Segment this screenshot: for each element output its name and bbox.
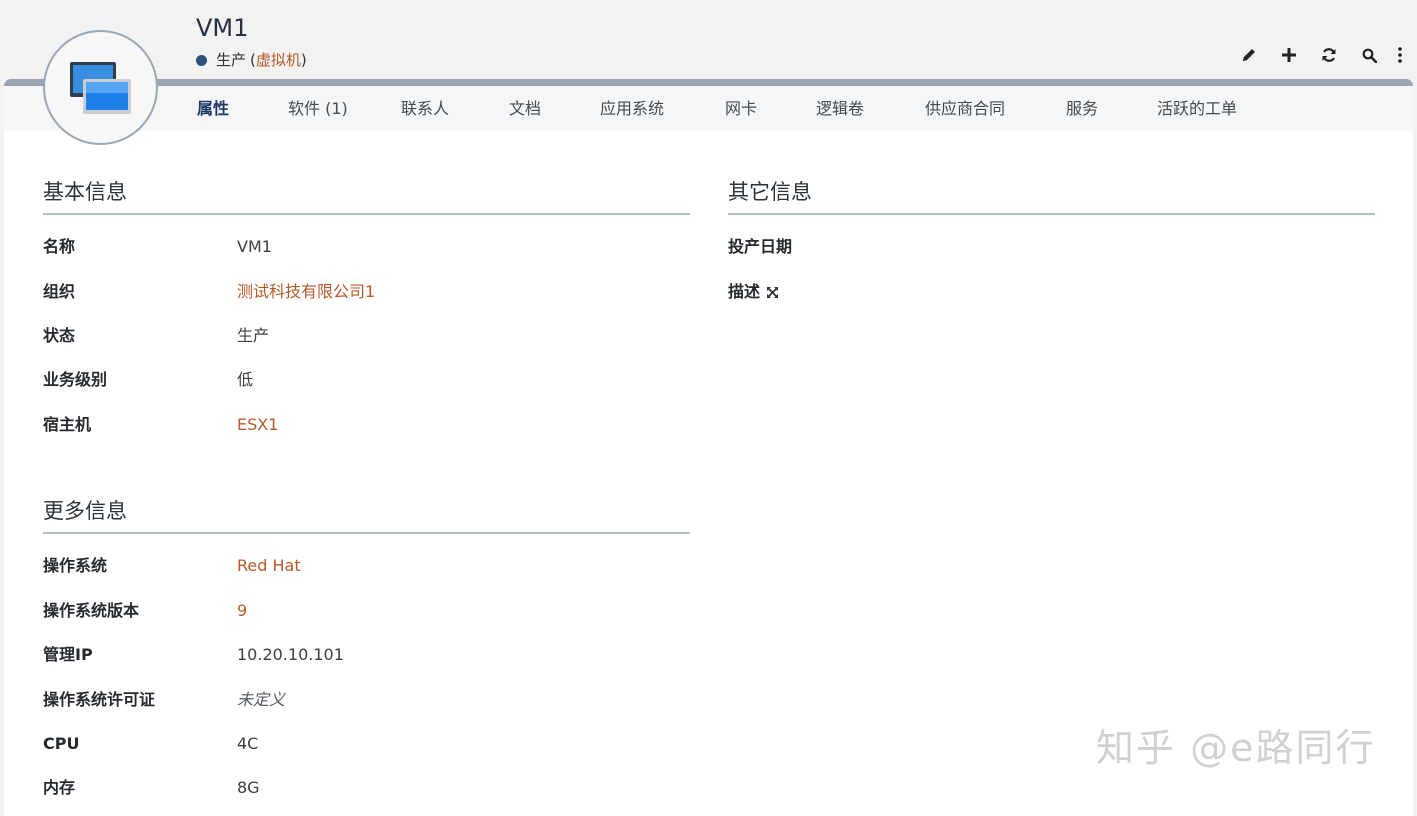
watermark: 知乎 @e路同行: [1096, 726, 1376, 770]
field-label-name: 名称: [43, 237, 76, 256]
host-link[interactable]: ESX1: [237, 414, 278, 436]
organization-link[interactable]: 测试科技有限公司1: [237, 281, 375, 303]
field-value-os-license: 未定义: [237, 690, 286, 709]
more-info-title: 更多信息: [43, 499, 127, 523]
more-button[interactable]: [1389, 44, 1411, 66]
plus-icon: [1282, 48, 1296, 62]
virtual-machine-icon: [70, 62, 131, 114]
field-label-os-version: 操作系统版本: [43, 601, 140, 620]
tab-contacts[interactable]: 联系人: [401, 86, 449, 131]
more-vertical-icon: [1398, 47, 1402, 63]
other-info-title: 其它信息: [728, 180, 812, 204]
details-panel: 属性 软件 (1) 联系人 文档 应用系统 网卡 逻辑卷 供应商合同 服务 活跃…: [4, 79, 1413, 816]
status-line: 生产 (虚拟机): [196, 49, 307, 71]
basic-info-divider: [43, 213, 690, 215]
tab-properties[interactable]: 属性: [197, 86, 229, 131]
description-label-text: 描述: [728, 282, 761, 301]
tab-supplier-contracts[interactable]: 供应商合同: [925, 86, 1005, 131]
field-label-os: 操作系统: [43, 556, 108, 575]
field-value-business-level: 低: [237, 370, 254, 389]
page-header: VM1 生产 (虚拟机): [0, 0, 1417, 80]
status-close-paren: ): [300, 51, 307, 69]
field-value-management-ip: 10.20.10.101: [237, 645, 344, 664]
class-link[interactable]: 虚拟机: [256, 49, 301, 71]
field-label-management-ip: 管理IP: [43, 645, 93, 664]
field-label-business-level: 业务级别: [43, 370, 108, 389]
tab-active-tickets[interactable]: 活跃的工单: [1157, 86, 1237, 131]
basic-info-title: 基本信息: [43, 180, 127, 204]
other-info-divider: [728, 213, 1375, 215]
field-value-name: VM1: [237, 237, 272, 256]
field-label-description: 描述: [728, 281, 779, 304]
tab-bar: 属性 软件 (1) 联系人 文档 应用系统 网卡 逻辑卷 供应商合同 服务 活跃…: [4, 86, 1413, 131]
status-dot: [196, 54, 207, 66]
tab-services[interactable]: 服务: [1066, 86, 1098, 131]
field-value-cpu: 4C: [237, 734, 259, 753]
tab-network-cards[interactable]: 网卡: [725, 86, 757, 131]
add-button[interactable]: [1269, 44, 1309, 66]
search-icon: [1362, 48, 1377, 63]
field-label-host: 宿主机: [43, 415, 92, 434]
status-label: 生产: [216, 51, 247, 69]
tab-documents[interactable]: 文档: [509, 86, 541, 131]
field-value-status: 生产: [237, 326, 270, 345]
page-title: VM1: [196, 14, 249, 42]
tab-logical-volumes[interactable]: 逻辑卷: [816, 86, 864, 131]
field-label-go-live-date: 投产日期: [728, 237, 793, 256]
tab-applications[interactable]: 应用系统: [600, 86, 664, 131]
field-label-os-license: 操作系统许可证: [43, 690, 156, 709]
field-label-status: 状态: [43, 326, 76, 345]
os-version-link[interactable]: 9: [237, 600, 247, 622]
expand-icon[interactable]: [767, 282, 779, 304]
more-info-divider: [43, 532, 690, 534]
field-label-organization: 组织: [43, 282, 76, 301]
os-link[interactable]: Red Hat: [237, 555, 301, 577]
search-button[interactable]: [1349, 44, 1389, 66]
field-label-cpu: CPU: [43, 734, 80, 753]
pencil-icon: [1243, 49, 1255, 61]
action-toolbar: [1229, 44, 1411, 66]
edit-button[interactable]: [1229, 44, 1269, 66]
field-value-memory: 8G: [237, 778, 260, 797]
refresh-icon: [1322, 48, 1336, 62]
field-label-memory: 内存: [43, 778, 76, 797]
vm-avatar: [43, 30, 158, 145]
tab-software[interactable]: 软件 (1): [288, 86, 348, 131]
refresh-button[interactable]: [1309, 44, 1349, 66]
